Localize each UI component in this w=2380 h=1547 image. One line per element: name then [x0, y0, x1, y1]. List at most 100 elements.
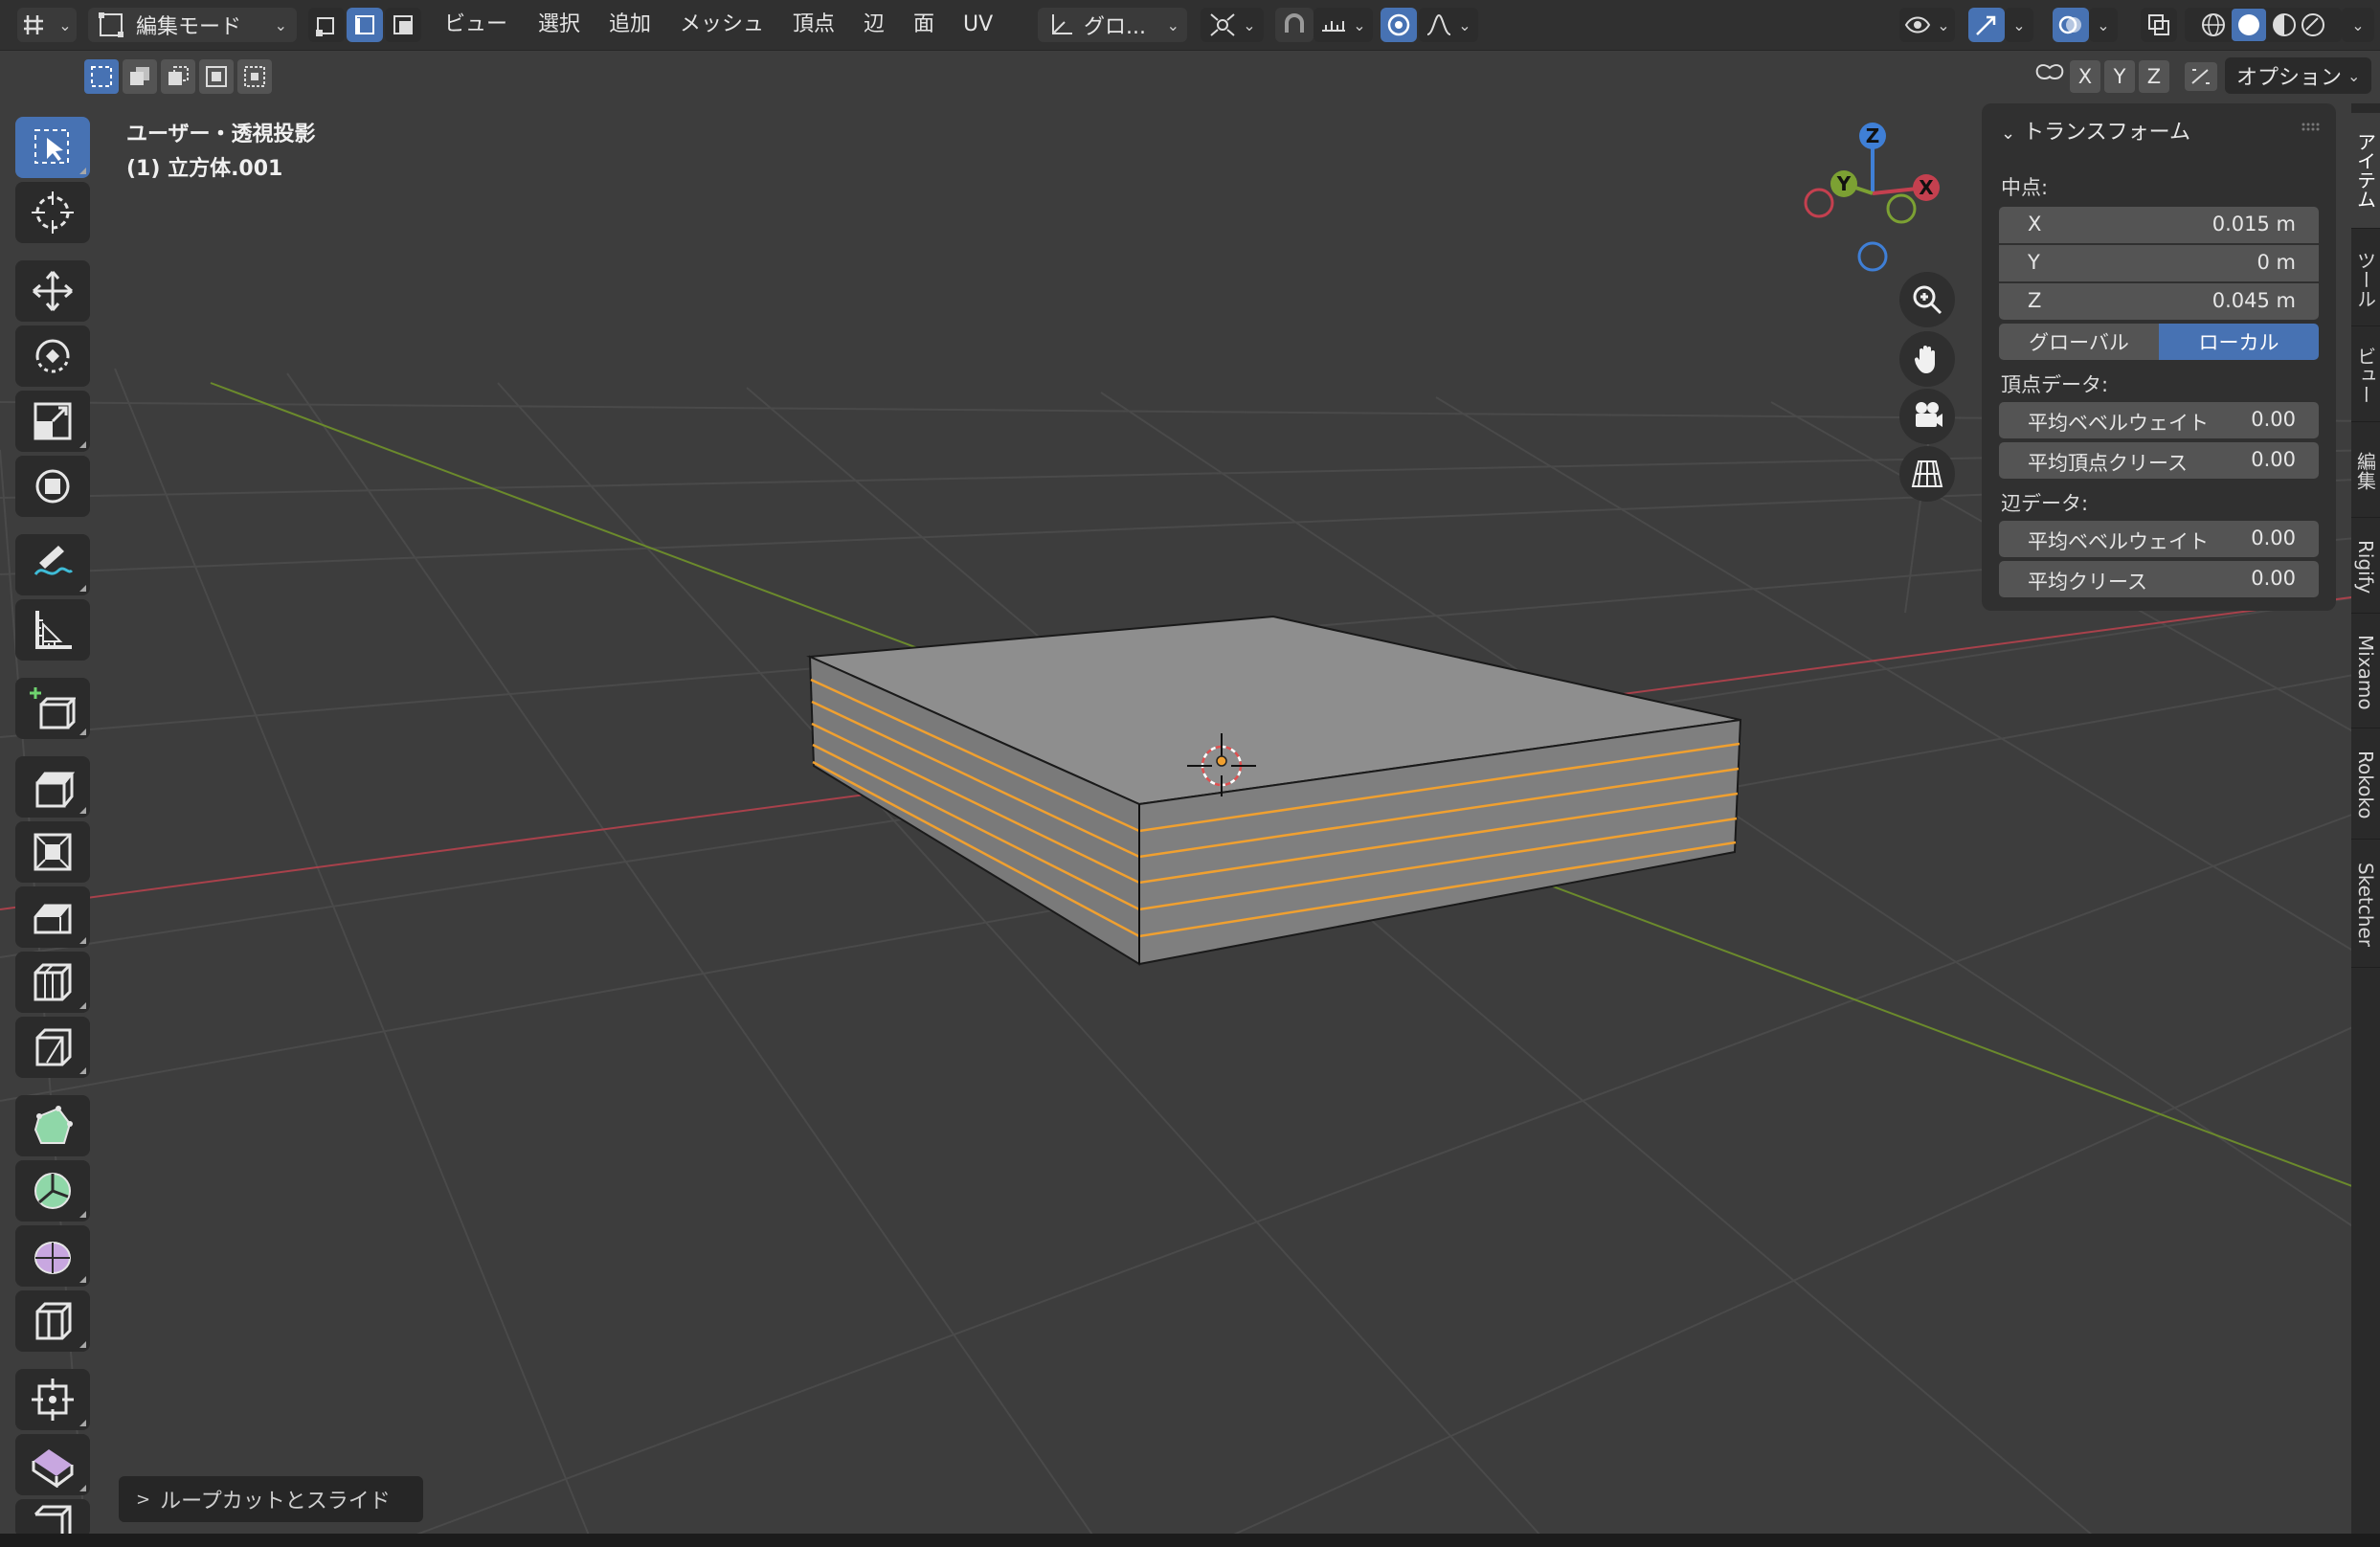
wireframe-shading-icon[interactable]	[2199, 11, 2228, 39]
tool-knife[interactable]	[15, 1017, 90, 1078]
median-z-field[interactable]: Z 0.045 m	[1999, 283, 2319, 320]
tool-shrink-fatten[interactable]	[15, 1369, 90, 1430]
edge-bevel-weight-field[interactable]: 平均ベベルウェイト 0.00	[1999, 521, 2319, 557]
overlays-toggle[interactable]	[2053, 8, 2089, 42]
select-invert-button[interactable]	[199, 59, 234, 94]
perspective-toggle-button[interactable]	[1899, 446, 1955, 502]
navigation-gizmo[interactable]: Z X Y	[1790, 113, 1943, 276]
butterfly-mirror-icon	[2035, 64, 2064, 79]
snap-toggle[interactable]	[1275, 8, 1313, 42]
vertex-bevel-weight-value: 0.00	[2251, 408, 2296, 431]
tab-sketcher[interactable]: Sketcher	[2351, 842, 2380, 968]
menu-mesh[interactable]: メッシュ	[674, 10, 770, 40]
select-intersect-button[interactable]	[237, 59, 272, 94]
median-y-axis: Y	[2028, 251, 2040, 274]
overlays-dropdown[interactable]: ⌄	[2089, 8, 2118, 42]
median-x-axis: X	[2028, 213, 2042, 235]
rendered-shading-icon[interactable]	[2299, 11, 2327, 39]
solid-shading-icon[interactable]	[2232, 9, 2266, 41]
xray-icon	[2148, 14, 2169, 35]
drag-handle-icon[interactable]	[2301, 123, 2321, 132]
zoom-button[interactable]	[1899, 272, 1955, 327]
vertex-bevel-weight-field[interactable]: 平均ベベルウェイト 0.00	[1999, 402, 2319, 438]
tool-select-box[interactable]	[15, 117, 90, 178]
tool-smooth[interactable]	[15, 1225, 90, 1287]
mode-label: 編集モード	[136, 15, 242, 39]
tool-rotate[interactable]	[15, 325, 90, 387]
tool-bevel[interactable]	[15, 886, 90, 948]
editor-type-button[interactable]: ⌄	[17, 8, 77, 42]
vertex-crease-value: 0.00	[2251, 448, 2296, 471]
tool-add-cube[interactable]	[15, 678, 90, 739]
tab-view[interactable]: ビュー	[2351, 329, 2380, 422]
snap-target-select[interactable]: ⌄	[1313, 8, 1373, 42]
xray-toggle[interactable]	[2141, 8, 2177, 42]
median-y-value: 0 m	[2257, 251, 2297, 274]
visibility-select[interactable]: ⌄	[1899, 8, 1955, 42]
tool-cursor[interactable]	[15, 182, 90, 243]
shading-dropdown[interactable]: ⌄	[2342, 8, 2374, 42]
menu-view[interactable]: ビュー	[438, 10, 513, 40]
tool-measure[interactable]	[15, 599, 90, 661]
pan-button[interactable]	[1899, 331, 1955, 387]
transform-orientation-select[interactable]: グロ... ⌄	[1038, 8, 1187, 42]
proportional-editing-toggle[interactable]	[1381, 8, 1417, 42]
edge-crease-label: 平均クリース	[2028, 571, 2147, 594]
edge-crease-field[interactable]: 平均クリース 0.00	[1999, 561, 2319, 597]
menu-vertex[interactable]: 頂点	[787, 10, 841, 40]
mirror-x-button[interactable]: X	[2070, 60, 2100, 93]
select-subtract-button[interactable]	[161, 59, 195, 94]
vertex-crease-field[interactable]: 平均頂点クリース 0.00	[1999, 442, 2319, 479]
tool-poly-build[interactable]	[15, 1095, 90, 1156]
tool-rip[interactable]	[15, 1499, 90, 1537]
select-extend-button[interactable]	[123, 59, 157, 94]
header-bar: ⌄ 編集モード ⌄ ビュー 選択 追加 メッシュ 頂点 辺 面 UV グロ...…	[0, 0, 2380, 51]
tab-mixamo[interactable]: Mixamo	[2351, 617, 2380, 729]
menu-uv[interactable]: UV	[957, 10, 999, 40]
material-shading-icon[interactable]	[2270, 11, 2299, 39]
mode-select[interactable]: 編集モード ⌄	[88, 8, 297, 42]
edge-select-mode-button[interactable]	[347, 8, 383, 42]
loop-cut-icon	[34, 963, 72, 1001]
falloff-select[interactable]: ⌄	[1419, 8, 1478, 42]
tab-edit[interactable]: 編集	[2351, 425, 2380, 518]
tab-rigify[interactable]: Rigify	[2351, 521, 2380, 614]
vertex-select-mode-button[interactable]	[308, 8, 345, 42]
menu-add[interactable]: 追加	[603, 10, 657, 40]
menu-edge[interactable]: 辺	[858, 10, 890, 40]
median-x-field[interactable]: X 0.015 m	[1999, 207, 2319, 243]
tool-scale[interactable]	[15, 391, 90, 452]
tool-shear[interactable]	[15, 1434, 90, 1495]
pivot-point-select[interactable]: ⌄	[1201, 8, 1264, 42]
mirror-z-button[interactable]: Z	[2139, 60, 2169, 93]
tab-item[interactable]: アイテム	[2351, 113, 2380, 229]
tool-transform[interactable]	[15, 456, 90, 517]
tool-extrude[interactable]	[15, 756, 90, 818]
mirror-y-button[interactable]: Y	[2104, 60, 2135, 93]
gizmo-z-label: Z	[1866, 124, 1880, 147]
tool-move[interactable]	[15, 260, 90, 322]
expand-chevron-icon: >	[136, 1489, 151, 1510]
gizmo-toggle[interactable]	[1968, 8, 2005, 42]
menu-select[interactable]: 選択	[532, 10, 586, 40]
3d-cursor-icon[interactable]	[1185, 729, 1258, 802]
tab-tool[interactable]: ツール	[2351, 234, 2380, 326]
select-new-button[interactable]	[84, 59, 119, 94]
face-select-mode-button[interactable]	[385, 8, 421, 42]
transform-panel-header[interactable]: ⌄ トランスフォーム	[2001, 115, 2190, 146]
global-space-button[interactable]: グローバル	[1999, 324, 2159, 360]
tool-annotate[interactable]	[15, 534, 90, 595]
auto-merge-icon[interactable]	[2183, 60, 2219, 93]
tool-inset[interactable]	[15, 821, 90, 883]
tab-rokoko[interactable]: Rokoko	[2351, 731, 2380, 840]
gizmo-dropdown[interactable]: ⌄	[2005, 8, 2033, 42]
tool-loop-cut[interactable]	[15, 952, 90, 1013]
last-operator-panel[interactable]: > ループカットとスライド	[119, 1476, 423, 1522]
tool-edge-slide[interactable]	[15, 1290, 90, 1352]
menu-face[interactable]: 面	[908, 10, 940, 40]
tool-spin[interactable]	[15, 1160, 90, 1222]
options-dropdown[interactable]: オプション ⌄	[2225, 57, 2372, 94]
local-space-button[interactable]: ローカル	[2159, 324, 2319, 360]
camera-view-button[interactable]	[1899, 389, 1955, 444]
median-y-field[interactable]: Y 0 m	[1999, 245, 2319, 281]
